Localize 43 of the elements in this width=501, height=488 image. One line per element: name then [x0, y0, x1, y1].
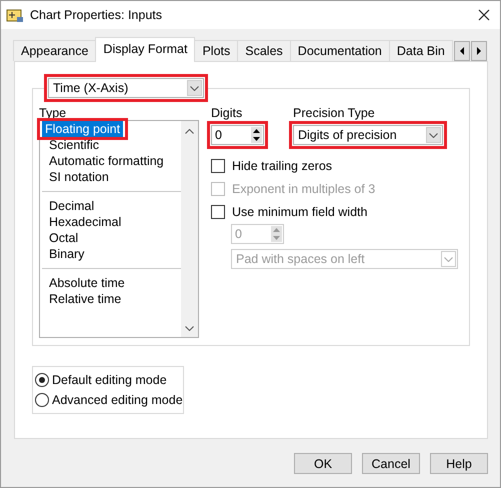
radio-label: Default editing mode [52, 372, 167, 389]
list-item[interactable]: Hexadecimal [46, 214, 124, 230]
dialog-button[interactable]: OK [294, 453, 352, 474]
radio-button[interactable] [35, 373, 49, 387]
dialog-button[interactable]: Cancel [362, 453, 420, 474]
type-listbox[interactable]: Floating point Scientific Automatic formatting SI notation Decimal Hexadecimal Octal Binary Absolute time Relative time [39, 120, 199, 338]
digits-label: Digits [211, 106, 244, 120]
left-arrow-icon [458, 47, 465, 55]
scroll-up-icon[interactable] [185, 129, 194, 134]
checkbox[interactable] [211, 159, 225, 173]
list-item[interactable]: Floating point [42, 121, 124, 137]
precision-type-dropdown[interactable]: Digits of precision [293, 125, 443, 145]
list-item[interactable]: SI notation [46, 169, 112, 185]
close-icon[interactable] [478, 9, 490, 21]
chevron-down-icon [444, 256, 453, 262]
precision-type-label: Precision Type [293, 106, 376, 120]
list-item[interactable]: Scientific [46, 137, 102, 153]
axis-dropdown[interactable]: Time (X-Axis) [48, 78, 204, 98]
chevron-down-icon [190, 86, 199, 90]
window-title: Chart Properties: Inputs [30, 8, 164, 22]
checkbox-label: Use minimum field width [232, 205, 368, 219]
digits-spinner[interactable]: 0 [211, 125, 264, 145]
tab[interactable]: Appearance [13, 40, 96, 61]
dialog-button[interactable]: Help [430, 453, 488, 474]
tab-scroll-right-button[interactable] [470, 41, 487, 61]
radio-label: Advanced editing mode [52, 392, 183, 409]
tab-scroll-left-button[interactable] [454, 41, 470, 61]
checkbox-label: Exponent in multiples of 3 [232, 182, 376, 196]
list-item[interactable]: Decimal [46, 198, 98, 214]
list-item[interactable]: Relative time [46, 291, 124, 307]
checkbox-label: Hide trailing zeros [232, 159, 332, 173]
right-arrow-icon [476, 47, 482, 55]
tab[interactable]: Data Bin [388, 40, 453, 61]
list-item[interactable]: Absolute time [46, 275, 128, 291]
scroll-down-icon[interactable] [185, 326, 194, 331]
list-item[interactable]: Octal [46, 230, 82, 246]
radio-button[interactable] [35, 393, 49, 407]
checkbox[interactable] [211, 205, 225, 219]
tab[interactable]: Display Format [95, 37, 196, 62]
chevron-down-icon [429, 132, 438, 138]
list-item[interactable]: Binary [46, 246, 88, 262]
app-icon [6, 7, 24, 23]
list-item[interactable]: Automatic formatting [46, 153, 167, 169]
